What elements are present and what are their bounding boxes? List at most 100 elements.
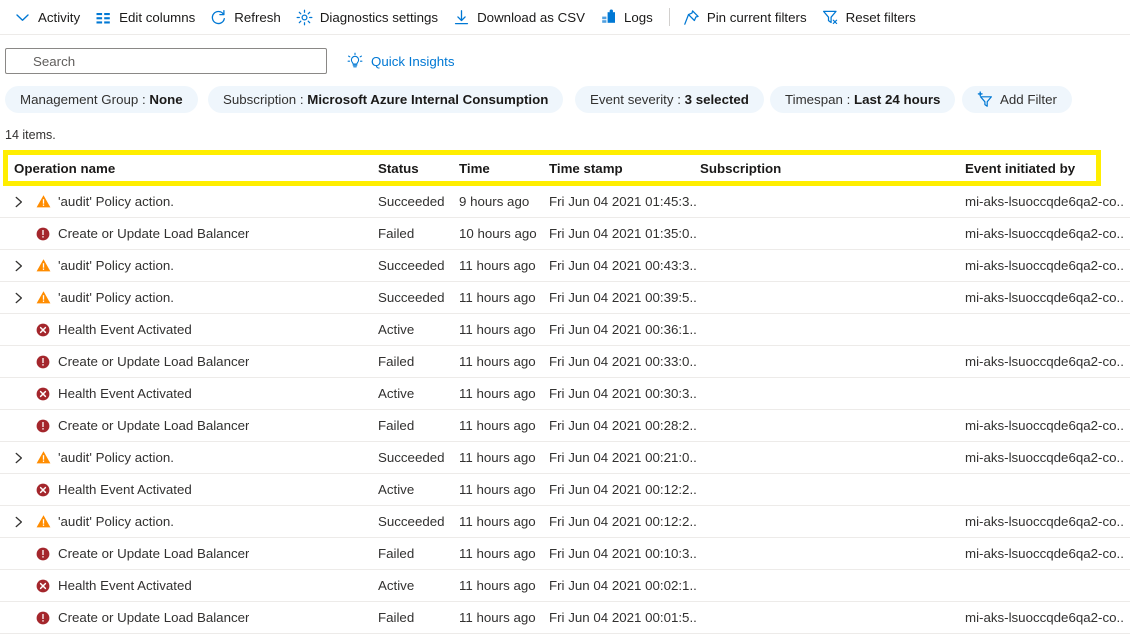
column-header-time[interactable]: Time [459,150,547,186]
expand-row-chevron-icon[interactable] [14,516,34,528]
table-row[interactable]: 'audit' Policy action. Succeeded 11 hours … [0,250,1130,282]
severity-error-icon [34,227,52,241]
cell-subscription [700,282,962,313]
filter-pill-value: Last 24 hours [853,92,941,107]
cell-event-initiated-by: mi-aks-lsuoccqde6qa2-co... [965,258,1125,273]
cell-status: Succeeded [378,290,445,305]
table-row[interactable]: Create or Update Load Balancer Failed 10 h… [0,218,1130,250]
cell-time-stamp: Fri Jun 04 2021 00:10:3... [549,546,697,561]
refresh-icon [210,9,227,26]
column-header-operation-name[interactable]: Operation name [14,150,374,186]
cell-status: Active [378,578,415,593]
cell-operation-name: Create or Update Load Balancer [14,538,374,569]
add-filter-button[interactable]: Add Filter [962,86,1072,113]
table-row[interactable]: Create or Update Load Balancer Failed 11 h… [0,538,1130,570]
expand-row-chevron-icon[interactable] [14,452,34,464]
operation-name-text: Create or Update Load Balancer [58,610,250,625]
expand-row-chevron-icon[interactable] [14,260,34,272]
operation-name-text: Create or Update Load Balancer [58,354,250,369]
cell-event-initiated-by [965,570,1125,601]
cell-operation-name: Create or Update Load Balancer [14,410,374,441]
command-reset-filters[interactable]: Reset filters [816,2,925,32]
column-header-subscription[interactable]: Subscription [700,150,962,186]
table-row[interactable]: 'audit' Policy action. Succeeded 11 hours … [0,282,1130,314]
lightbulb-icon [346,52,364,70]
filter-pill-timespan[interactable]: Timespan : Last 24 hours [770,86,956,113]
command-label: Activity [38,9,81,25]
cell-status: Failed [378,610,415,625]
filter-pill-subscription[interactable]: Subscription : Microsoft Azure Internal … [208,86,564,113]
cell-time-stamp: Fri Jun 04 2021 00:39:5... [549,290,697,305]
column-header-event-initiated-by[interactable]: Event initiated by [965,150,1125,186]
cell-event-initiated-by [965,314,1125,345]
severity-critical-icon [34,579,52,593]
command-pin-current-filters[interactable]: Pin current filters [677,2,816,32]
table-row[interactable]: Health Event Activated Active 11 hours ago… [0,314,1130,346]
severity-error-icon [34,611,52,625]
column-header-time-stamp[interactable]: Time stamp [549,150,697,186]
table-row[interactable]: 'audit' Policy action. Succeeded 11 hours … [0,442,1130,474]
cell-time: 9 hours ago [459,194,530,209]
table-row[interactable]: 'audit' Policy action. Succeeded 9 hours a… [0,186,1130,218]
command-activity[interactable]: Activity [8,2,89,32]
table-row[interactable]: Create or Update Load Balancer Failed 11 h… [0,346,1130,378]
table-row[interactable]: Health Event Activated Active 11 hours ago… [0,378,1130,410]
command-bar: Activity Edit columns Refresh Diagnostics s… [0,0,1130,35]
cell-status: Succeeded [378,450,445,465]
pin-icon [683,9,700,26]
filter-pill-row: Management Group : None Subscription : Mi… [0,86,1130,116]
cell-time-stamp: Fri Jun 04 2021 01:45:3... [549,194,697,209]
command-label: Refresh [234,9,281,25]
cell-event-initiated-by: mi-aks-lsuoccqde6qa2-co... [965,418,1125,433]
table-row[interactable]: 'audit' Policy action. Succeeded 11 hours … [0,506,1130,538]
table-row[interactable]: Create or Update Load Balancer Failed 11 h… [0,410,1130,442]
operation-name-text: Create or Update Load Balancer [58,546,250,561]
filter-pill-value: Microsoft Azure Internal Consumption [307,92,549,107]
command-refresh[interactable]: Refresh [204,2,290,32]
filter-pill-value: 3 selected [684,92,749,107]
cell-event-initiated-by: mi-aks-lsuoccqde6qa2-co... [965,610,1125,625]
filter-pill-key: Subscription [223,92,297,107]
cell-operation-name: Health Event Activated [14,378,374,409]
cell-time: 10 hours ago [459,226,537,241]
table-row[interactable]: Create or Update Load Balancer Failed 11 h… [0,602,1130,634]
command-edit-columns[interactable]: Edit columns [89,2,204,32]
cell-time-stamp: Fri Jun 04 2021 00:12:2... [549,514,697,529]
expand-row-chevron-icon[interactable] [14,292,34,304]
severity-warning-icon [34,290,52,305]
activity-log-table: Operation name Status Time Time stamp Subscr… [0,150,1130,634]
filter-pill-key: Management Group [20,92,139,107]
filter-pill-management-group[interactable]: Management Group : None [5,86,198,113]
quick-insights-button[interactable]: Quick Insights [346,49,455,73]
command-logs[interactable]: Logs [594,2,662,32]
command-label: Logs [624,9,653,25]
severity-critical-icon [34,387,52,401]
search-input[interactable] [5,48,327,74]
cell-time: 11 hours ago [459,450,536,465]
command-bar-divider [668,8,670,26]
operation-name-text: 'audit' Policy action. [58,450,174,465]
expand-row-chevron-icon[interactable] [14,196,34,208]
cell-operation-name: 'audit' Policy action. [14,186,374,217]
cell-status: Succeeded [378,514,445,529]
cell-operation-name: Health Event Activated [14,474,374,505]
operation-name-text: Health Event Activated [58,386,192,401]
cell-event-initiated-by: mi-aks-lsuoccqde6qa2-co... [965,450,1125,465]
quick-insights-label: Quick Insights [371,53,455,69]
cell-time: 11 hours ago [459,418,536,433]
operation-name-text: 'audit' Policy action. [58,194,174,209]
cell-event-initiated-by: mi-aks-lsuoccqde6qa2-co... [965,194,1125,209]
cell-time: 11 hours ago [459,514,536,529]
table-row[interactable]: Health Event Activated Active 11 hours ago… [0,474,1130,506]
cell-operation-name: 'audit' Policy action. [14,442,374,473]
command-diagnostics-settings[interactable]: Diagnostics settings [290,2,447,32]
filter-pill-event-severity[interactable]: Event severity : 3 selected [575,86,764,113]
cell-event-initiated-by: mi-aks-lsuoccqde6qa2-co... [965,546,1125,561]
table-row[interactable]: Health Event Activated Active 11 hours ago… [0,570,1130,602]
command-download-as-csv[interactable]: Download as CSV [447,2,594,32]
download-icon [453,9,470,26]
column-header-status[interactable]: Status [378,150,456,186]
command-label: Pin current filters [706,9,807,25]
cell-operation-name: 'audit' Policy action. [14,506,374,537]
cell-time-stamp: Fri Jun 04 2021 00:33:0... [549,354,697,369]
